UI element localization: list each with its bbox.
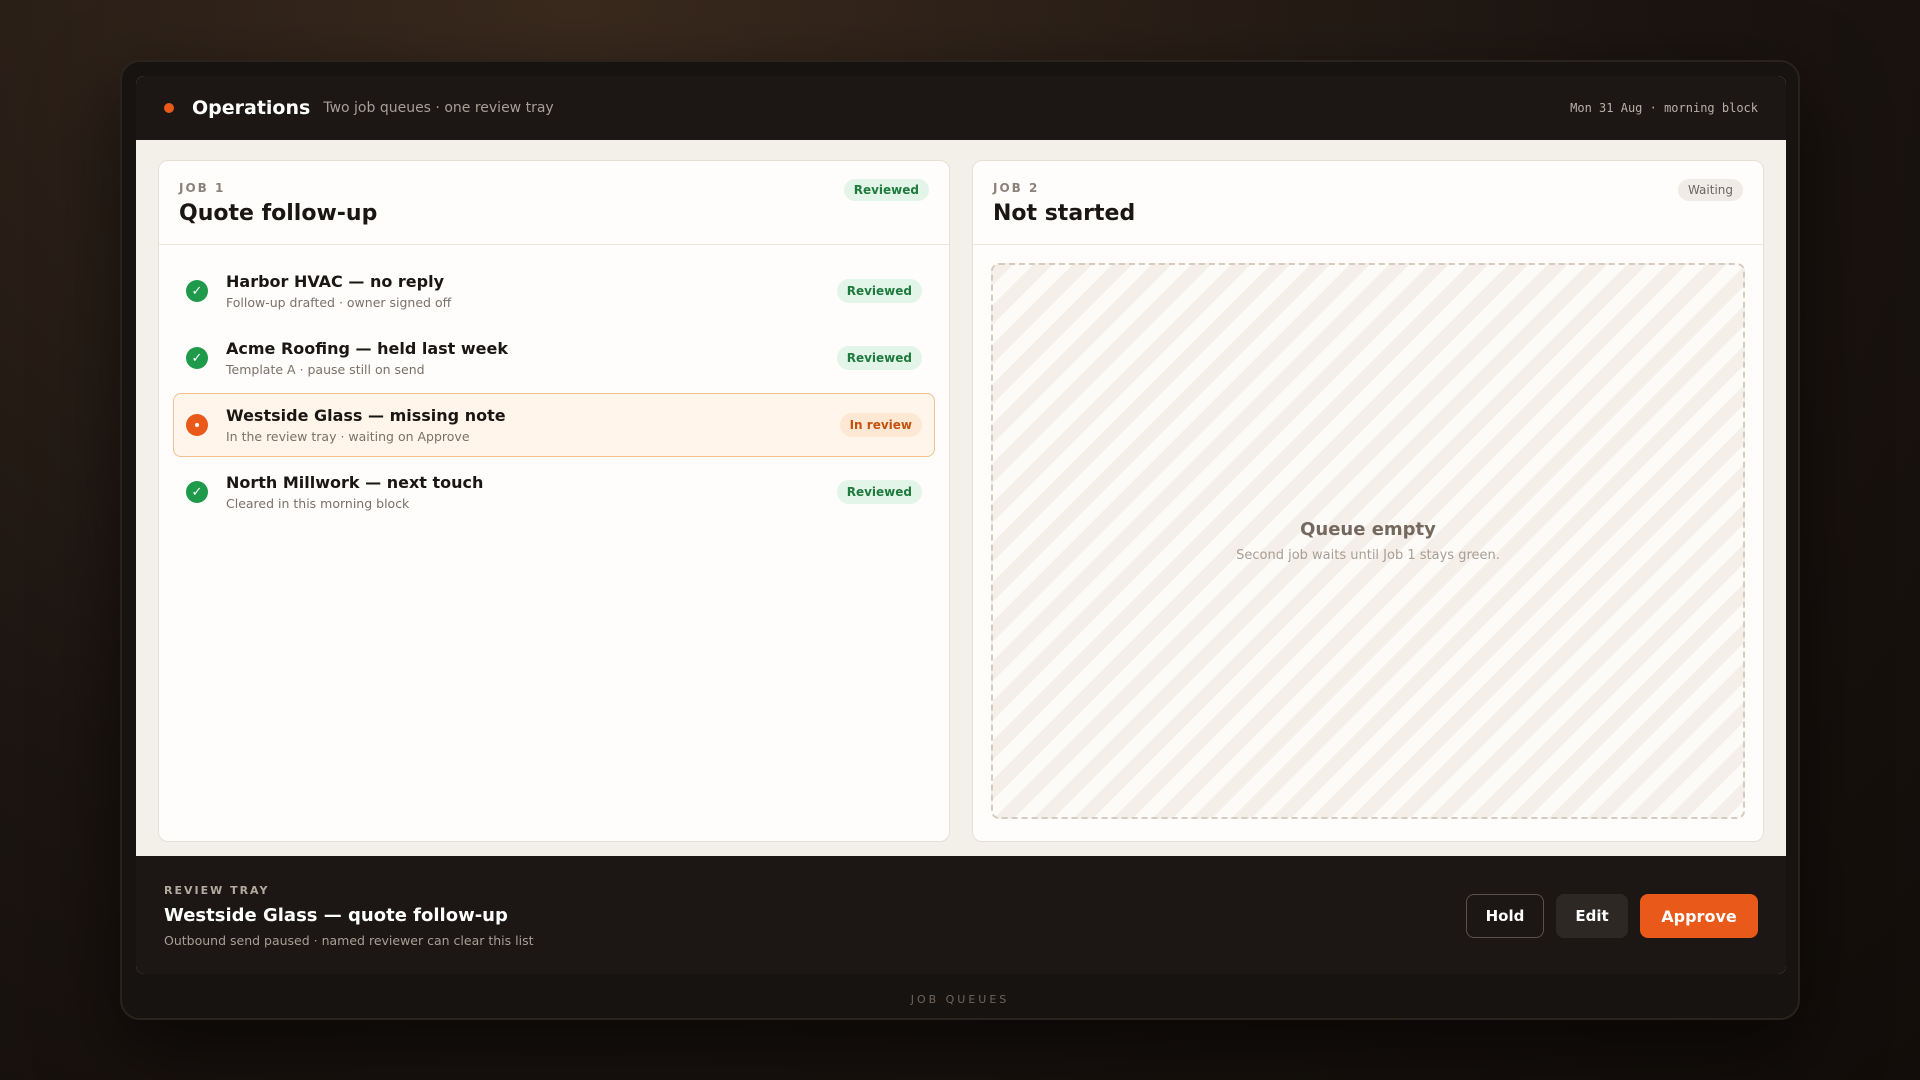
list-item[interactable]: ✓ North Millwork — next touch Cleared in… (173, 460, 935, 524)
top-bar: Operations Two job queues · one review t… (136, 76, 1786, 140)
approve-button[interactable]: Approve (1640, 894, 1758, 938)
edit-button[interactable]: Edit (1556, 894, 1628, 938)
list-item[interactable]: ✓ Harbor HVAC — no reply Follow-up draft… (173, 259, 935, 323)
status-badge: In review (839, 413, 922, 437)
job1-header: JOB 1 Quote follow-up Reviewed (159, 161, 949, 245)
job1-tag: JOB 1 (179, 181, 226, 195)
job2-panel: JOB 2 Not started Waiting Queue empty Se… (972, 160, 1764, 842)
date-label: Mon 31 Aug · morning block (1570, 101, 1758, 115)
status-dot-icon (164, 103, 174, 113)
job2-title: Not started (993, 201, 1136, 226)
app-title: Operations (192, 97, 311, 119)
empty-queue-title: Queue empty (1300, 519, 1436, 540)
status-badge: Reviewed (836, 279, 922, 303)
empty-queue-subtitle: Second job waits until Job 1 stays green… (1236, 548, 1500, 563)
app-screen: Operations Two job queues · one review t… (136, 76, 1786, 974)
job2-tag: JOB 2 (993, 181, 1040, 195)
list-item-title: Westside Glass — missing note (226, 406, 506, 425)
device-label: JOB QUEUES (910, 993, 1010, 1006)
review-tray-actions: Hold Edit Approve (1466, 894, 1758, 938)
status-badge: Reviewed (836, 346, 922, 370)
list-item-subtitle: Template A · pause still on send (226, 362, 425, 377)
job2-status-badge: Waiting (1677, 179, 1743, 201)
app-subtitle: Two job queues · one review tray (323, 100, 554, 116)
list-item-title: Harbor HVAC — no reply (226, 272, 444, 291)
device-frame: Operations Two job queues · one review t… (120, 60, 1800, 1020)
list-item-subtitle: Follow-up drafted · owner signed off (226, 295, 452, 310)
list-item-subtitle: Cleared in this morning block (226, 496, 410, 511)
check-icon: ✓ (186, 481, 208, 503)
review-tray: REVIEW TRAY Westside Glass — quote follo… (136, 856, 1786, 974)
list-item-subtitle: In the review tray · waiting on Approve (226, 429, 470, 444)
check-icon: ✓ (186, 347, 208, 369)
list-item-active[interactable]: Westside Glass — missing note In the rev… (173, 393, 935, 457)
check-icon: ✓ (186, 280, 208, 302)
list-item-title: North Millwork — next touch (226, 473, 484, 492)
in-review-icon (186, 414, 208, 436)
status-badge: Reviewed (836, 480, 922, 504)
job1-title: Quote follow-up (179, 201, 378, 226)
job2-header: JOB 2 Not started Waiting (973, 161, 1763, 245)
list-item[interactable]: ✓ Acme Roofing — held last week Template… (173, 326, 935, 390)
hold-button[interactable]: Hold (1466, 894, 1544, 938)
job1-status-badge: Reviewed (843, 179, 929, 201)
list-item-title: Acme Roofing — held last week (226, 339, 509, 358)
job1-panel: JOB 1 Quote follow-up Reviewed ✓ Harbor … (158, 160, 950, 842)
empty-queue-placeholder: Queue empty Second job waits until Job 1… (991, 263, 1745, 819)
job1-list: ✓ Harbor HVAC — no reply Follow-up draft… (159, 245, 949, 524)
